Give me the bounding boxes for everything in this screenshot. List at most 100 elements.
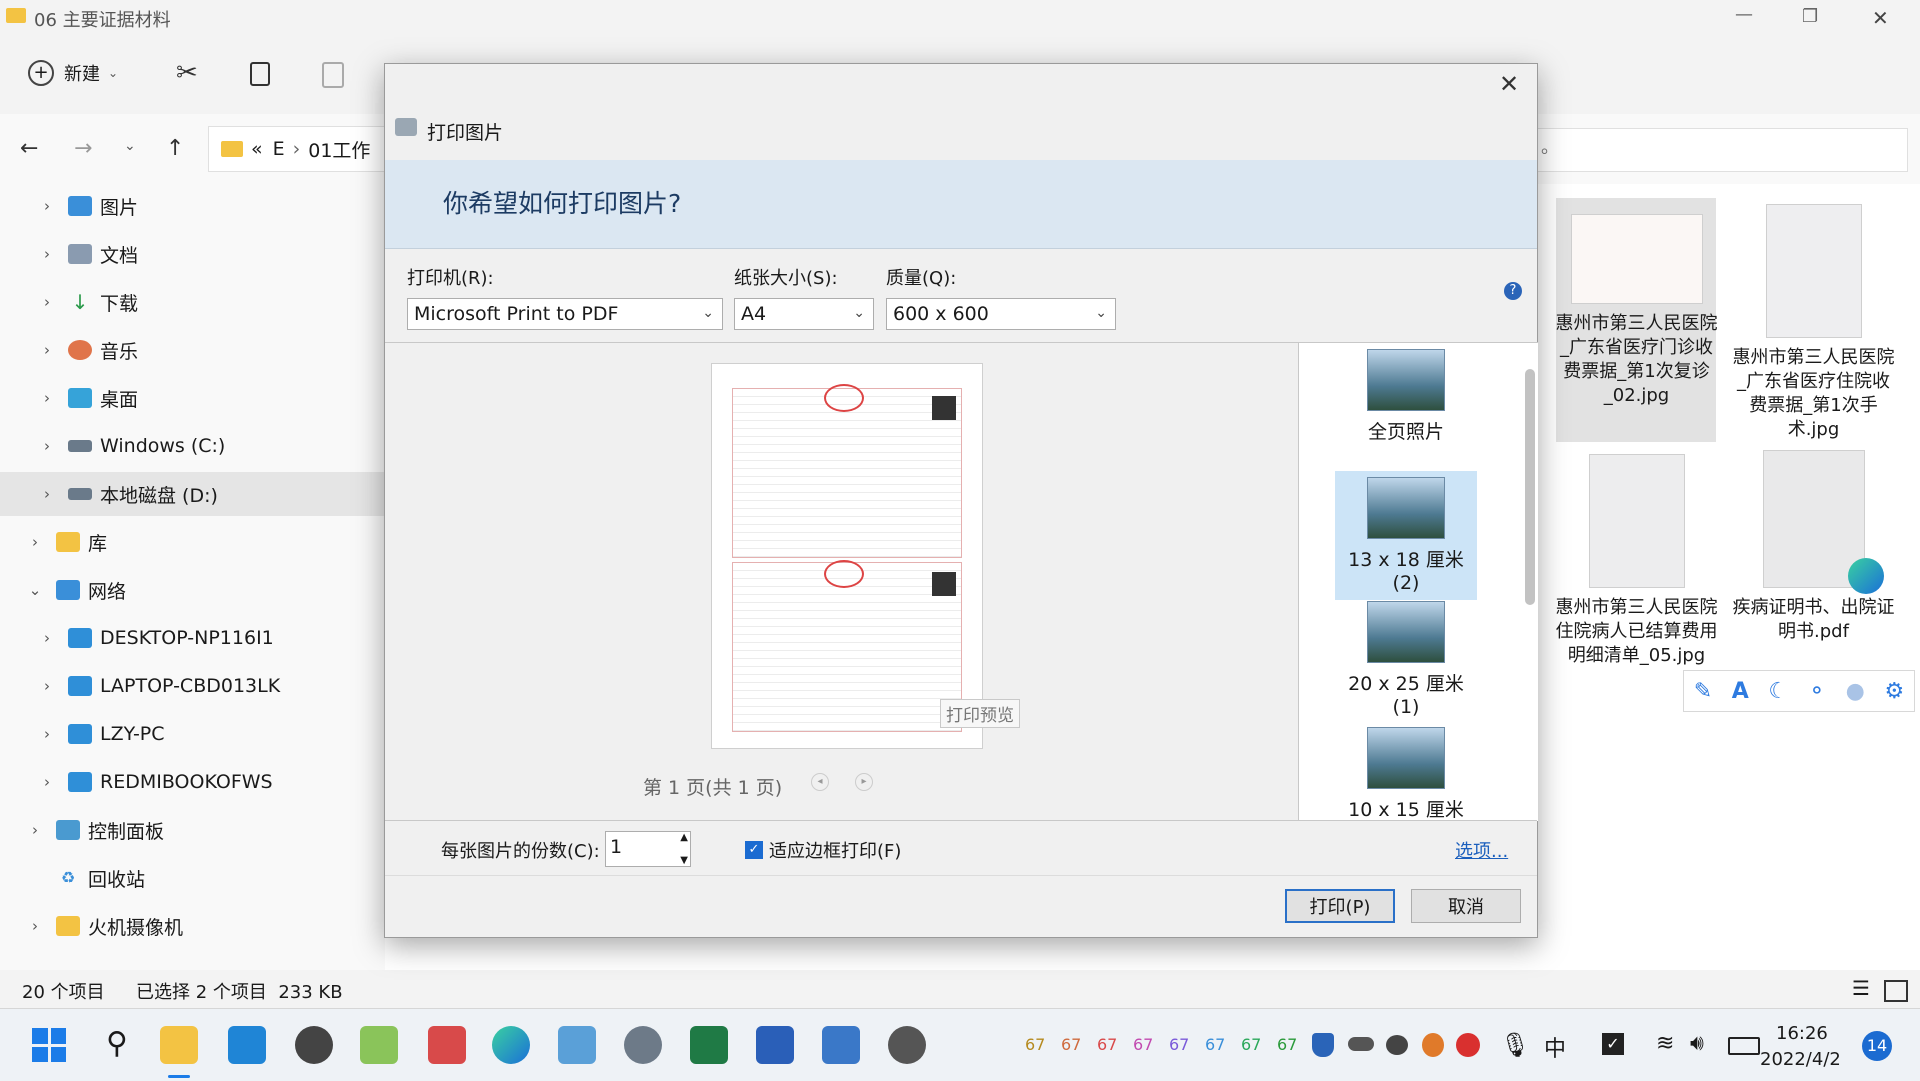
remote-desktop-icon[interactable] (822, 1026, 860, 1064)
wechat-icon[interactable] (1386, 1035, 1408, 1055)
file-item[interactable]: 疾病证明书、出院证明书.pdf (1731, 450, 1896, 644)
address-input[interactable]: « E › 01工作 (208, 126, 390, 172)
tray-counter[interactable]: 67 (1061, 1035, 1081, 1054)
close-window-button[interactable]: ✕ (1872, 6, 1889, 30)
chevron-right-icon[interactable]: › (36, 197, 58, 215)
nav-item-folder[interactable]: › 火机摄像机 (0, 904, 385, 948)
input-method-indicator[interactable]: 中 (1544, 1031, 1566, 1063)
file-item[interactable]: 惠州市第三人民医院_广东省医疗住院收费票据_第1次手术.jpg (1731, 204, 1896, 442)
chevron-down-icon[interactable]: ⌄ (24, 581, 46, 599)
print-button[interactable]: 打印(P) (1285, 889, 1395, 923)
file-item[interactable]: 惠州市第三人民医院_广东省医疗门诊收费票据_第1次复诊_02.jpg (1554, 214, 1719, 408)
security-shield-icon[interactable] (1312, 1033, 1334, 1057)
tiles-view-icon[interactable] (1884, 980, 1908, 1002)
nav-item-drive-c[interactable]: › Windows (C:) (0, 424, 385, 468)
edge-browser-icon[interactable] (492, 1026, 530, 1064)
scrollbar-thumb[interactable] (1525, 369, 1535, 605)
volume-icon[interactable]: 🔊︎ (1690, 1031, 1704, 1056)
back-arrow-icon[interactable]: ← (20, 136, 38, 161)
microphone-icon[interactable]: 🎙︎ (1500, 1031, 1530, 1059)
printer-select[interactable]: Microsoft Print to PDF ⌄ (407, 298, 723, 330)
chevron-right-icon[interactable]: › (36, 677, 58, 695)
tray-counter[interactable]: 67 (1205, 1035, 1225, 1054)
search-icon[interactable]: ⚲ (98, 1026, 136, 1064)
paper-size-select[interactable]: A4 ⌄ (734, 298, 874, 330)
notification-badge[interactable]: 14 (1862, 1031, 1892, 1061)
excel-icon[interactable] (690, 1026, 728, 1064)
options-link[interactable]: 选项... (1455, 837, 1508, 863)
nav-item-control-panel[interactable]: › 控制面板 (0, 808, 385, 852)
details-view-icon[interactable]: ☰ (1852, 976, 1870, 1000)
paste-icon[interactable] (322, 62, 344, 88)
chevron-right-icon[interactable]: › (36, 629, 58, 647)
tray-counter[interactable]: 67 (1025, 1035, 1045, 1054)
snipping-tool-icon[interactable] (428, 1026, 466, 1064)
copies-stepper[interactable]: 1 ▲ ▼ (605, 831, 691, 867)
checkbox-tray-icon[interactable]: ✓ (1602, 1033, 1624, 1055)
minimize-button[interactable]: — (1735, 4, 1753, 25)
path-drive[interactable]: E (273, 138, 285, 160)
previous-page-button[interactable]: ◂ (811, 773, 829, 791)
notepad-icon[interactable] (360, 1026, 398, 1064)
quality-select[interactable]: 600 x 600 ⌄ (886, 298, 1116, 330)
decrement-icon[interactable]: ▼ (680, 855, 688, 866)
chevron-right-icon[interactable]: › (24, 533, 46, 551)
chevron-right-icon[interactable]: › (36, 725, 58, 743)
weibo-icon[interactable] (1456, 1033, 1480, 1057)
chevron-right-icon[interactable]: › (36, 437, 58, 455)
help-icon[interactable]: ? (1504, 282, 1522, 300)
recent-chevron-icon[interactable]: ⌄ (124, 138, 136, 154)
file-item[interactable]: 惠州市第三人民医院住院病人已结算费用明细清单_05.jpg (1554, 454, 1719, 668)
restore-button[interactable]: ❐ (1802, 6, 1818, 27)
size-option[interactable]: 全页照片 (1335, 349, 1477, 444)
fit-to-frame-checkbox[interactable]: ✓ (745, 841, 763, 859)
qq-icon[interactable] (1422, 1033, 1444, 1057)
file-explorer-icon[interactable] (160, 1026, 198, 1064)
size-option[interactable]: 20 x 25 厘米 (1) (1335, 601, 1477, 718)
moon-icon[interactable]: ☾ (1768, 679, 1788, 704)
forward-arrow-icon[interactable]: → (74, 136, 92, 161)
nav-item-downloads[interactable]: › ↓ 下载 (0, 280, 385, 324)
nav-item-libraries[interactable]: › 库 (0, 520, 385, 564)
chevron-right-icon[interactable]: › (24, 917, 46, 935)
cut-icon[interactable]: ✂ (176, 58, 198, 88)
clock-time[interactable]: 16:26 (1776, 1023, 1828, 1044)
chevron-right-icon[interactable]: › (24, 821, 46, 839)
word-icon[interactable] (756, 1026, 794, 1064)
up-arrow-icon[interactable]: ↑ (166, 136, 184, 161)
nav-item-recycle-bin[interactable]: ♻ 回收站 (0, 856, 385, 900)
nav-item-pictures[interactable]: › 图片 (0, 184, 385, 228)
cancel-button[interactable]: 取消 (1411, 889, 1521, 923)
chevron-right-icon[interactable]: › (36, 293, 58, 311)
search-input[interactable]: 。 (1536, 128, 1908, 172)
text-icon[interactable]: A (1732, 679, 1749, 704)
nav-item-computer[interactable]: › DESKTOP-NP116I1 (0, 616, 385, 660)
increment-icon[interactable]: ▲ (680, 832, 688, 843)
chevron-right-icon[interactable]: › (36, 245, 58, 263)
tray-counter[interactable]: 67 (1169, 1035, 1189, 1054)
wifi-icon[interactable]: ≋ (1656, 1031, 1674, 1056)
clock-date[interactable]: 2022/4/2 (1760, 1049, 1841, 1070)
cloud-icon[interactable] (1348, 1037, 1374, 1051)
nav-item-documents[interactable]: › 文档 (0, 232, 385, 276)
new-button[interactable]: + 新建 ⌄ (28, 60, 118, 86)
nav-item-music[interactable]: › 音乐 (0, 328, 385, 372)
photos-icon[interactable] (558, 1026, 596, 1064)
clock-app-icon[interactable] (295, 1026, 333, 1064)
path-folder[interactable]: 01工作 (308, 136, 370, 163)
chevron-right-icon[interactable]: › (36, 773, 58, 791)
nav-item-computer[interactable]: › LZY-PC (0, 712, 385, 756)
tray-counter[interactable]: 67 (1097, 1035, 1117, 1054)
size-option[interactable]: 10 x 15 厘米 (2) (1335, 727, 1477, 821)
settings-icon[interactable]: ⚙ (1884, 679, 1904, 704)
chevron-right-icon[interactable]: › (36, 485, 58, 503)
nav-item-computer[interactable]: › LAPTOP-CBD013LK (0, 664, 385, 708)
share-icon[interactable]: ⚬ (1808, 679, 1826, 704)
nav-item-drive-d[interactable]: › 本地磁盘 (D:) (0, 472, 385, 516)
windows-start-icon[interactable] (30, 1026, 68, 1064)
edit-icon[interactable]: ✎ (1694, 679, 1712, 704)
next-page-button[interactable]: ▸ (855, 773, 873, 791)
nav-item-computer[interactable]: › REDMIBOOKOFWS (0, 760, 385, 804)
vscode-icon[interactable] (228, 1026, 266, 1064)
battery-icon[interactable] (1728, 1037, 1760, 1055)
